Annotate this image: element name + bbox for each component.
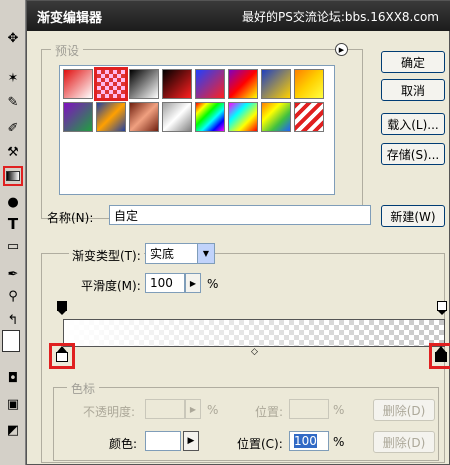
move-icon[interactable]: ✥	[3, 28, 23, 48]
color-label: 颜色:	[109, 437, 138, 451]
tools-panel: ✥ ✶ ✎ ✐ ⚒ ● T ▭ ✒ ⚲ ↰ ◘ ▣ ◩	[0, 0, 26, 465]
preset-swatch[interactable]	[162, 102, 192, 132]
opacity-location-input	[289, 399, 329, 419]
preset-swatch[interactable]	[94, 67, 128, 101]
name-input[interactable]: 自定	[109, 205, 371, 225]
delete-opacity-stop-button: 删除(D)	[373, 399, 435, 421]
gradient-preview-bar[interactable]	[63, 319, 445, 347]
preset-swatch[interactable]	[63, 102, 93, 132]
opacity-stop-right[interactable]	[437, 301, 447, 315]
history-brush-2-icon[interactable]: ⚒	[3, 142, 23, 162]
gradient-editor-dialog: 渐变编辑器 最好的PS交流论坛:bbs.16XX8.com 预设 ▶ 确定 取消…	[26, 0, 450, 465]
opacity-unit: %	[207, 403, 219, 417]
title-bar: 渐变编辑器 最好的PS交流论坛:bbs.16XX8.com	[27, 1, 450, 31]
burn-icon[interactable]: ●	[3, 192, 23, 212]
opacity-stop-left[interactable]	[57, 301, 67, 315]
color-location-label: 位置(C):	[237, 437, 283, 451]
smoothness-input[interactable]: 100	[145, 273, 185, 293]
midpoint-diamond-icon[interactable]: ◇	[251, 347, 258, 357]
color-dropdown-icon[interactable]: ▶	[183, 431, 199, 451]
eyedropper-icon[interactable]: ✒	[3, 264, 23, 284]
color-swatch[interactable]	[145, 431, 181, 451]
jump-to-imageready-icon[interactable]: ◩	[3, 420, 23, 440]
zoom-icon[interactable]: ⚲	[3, 286, 23, 306]
color-location-unit: %	[333, 435, 345, 449]
preset-swatch[interactable]	[228, 69, 258, 99]
history-brush-icon[interactable]: ✐	[3, 118, 23, 138]
smoothness-label: 平滑度(M):	[81, 279, 141, 293]
presets-menu-icon[interactable]: ▶	[335, 43, 348, 56]
type-icon[interactable]: T	[3, 214, 23, 234]
preset-swatch[interactable]	[261, 69, 291, 99]
preset-swatch[interactable]	[261, 102, 291, 132]
gradient-type-value: 实底	[150, 247, 175, 261]
preset-swatch[interactable]	[129, 69, 159, 99]
color-stop-right[interactable]	[435, 346, 447, 364]
chevron-down-icon: ▼	[197, 244, 214, 263]
load-button[interactable]: 载入(L)...	[381, 113, 445, 135]
preset-swatch[interactable]	[63, 69, 93, 99]
opacity-label: 不透明度:	[83, 405, 136, 419]
brush-icon[interactable]: ✎	[3, 92, 23, 112]
stops-label: 色标	[67, 380, 100, 397]
gradient-type-select[interactable]: 实底 ▼	[145, 243, 215, 264]
opacity-input	[145, 399, 185, 419]
gradient-type-label: 渐变类型(T):	[69, 247, 144, 264]
preset-swatch[interactable]	[129, 102, 159, 132]
preset-swatch[interactable]	[195, 69, 225, 99]
save-button[interactable]: 存储(S)...	[381, 143, 445, 165]
magic-wand-icon[interactable]: ✶	[3, 68, 23, 88]
preset-swatch[interactable]	[294, 102, 324, 132]
screen-mode-icon[interactable]: ▣	[3, 394, 23, 414]
standard-mode-icon[interactable]: ◘	[3, 368, 23, 388]
foreground-color-swatch[interactable]	[2, 330, 20, 352]
presets-swatch-grid	[59, 65, 335, 195]
preset-swatch[interactable]	[228, 102, 258, 132]
color-location-value: 100	[294, 434, 317, 448]
presets-label: 预设	[51, 42, 84, 59]
color-stop-left[interactable]	[56, 346, 68, 364]
preset-swatch[interactable]	[162, 69, 192, 99]
preset-swatch[interactable]	[96, 102, 126, 132]
delete-color-stop-button: 删除(D)	[373, 431, 435, 453]
window-title: 渐变编辑器	[37, 10, 103, 26]
name-label: 名称(N):	[47, 211, 94, 225]
cancel-button[interactable]: 取消	[381, 79, 445, 101]
opacity-location-label: 位置:	[255, 405, 284, 419]
smoothness-unit: %	[207, 277, 219, 291]
gradient-icon[interactable]	[3, 166, 23, 186]
preset-swatch[interactable]	[294, 69, 324, 99]
ok-button[interactable]: 确定	[381, 51, 445, 73]
new-button[interactable]: 新建(W)	[381, 205, 445, 227]
shape-icon[interactable]: ▭	[3, 236, 23, 256]
watermark: 最好的PS交流论坛:bbs.16XX8.com	[242, 10, 439, 24]
opacity-location-unit: %	[333, 403, 345, 417]
preset-swatch[interactable]	[195, 102, 225, 132]
swap-colors-icon[interactable]: ↰	[3, 310, 23, 330]
opacity-dropdown-icon: ▶	[185, 399, 201, 419]
color-location-input[interactable]: 100	[289, 431, 329, 451]
smoothness-dropdown-icon[interactable]: ▶	[185, 273, 201, 293]
